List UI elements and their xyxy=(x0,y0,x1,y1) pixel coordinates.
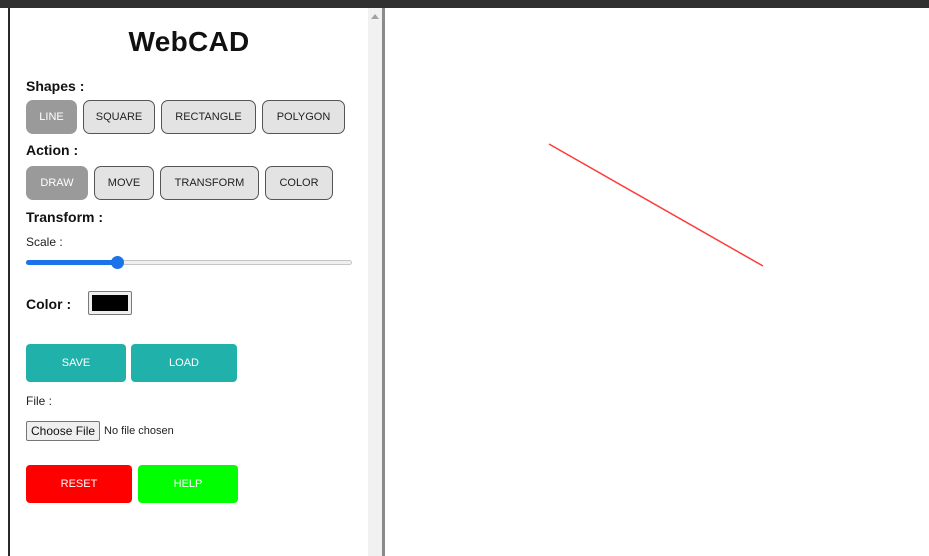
scale-label: Scale : xyxy=(26,235,63,249)
scale-slider-fill xyxy=(26,260,118,265)
shape-polygon-button[interactable]: POLYGON xyxy=(262,100,345,134)
color-picker[interactable] xyxy=(88,291,132,315)
shape-rectangle-button[interactable]: RECTANGLE xyxy=(161,100,256,134)
scroll-up-arrow-icon[interactable] xyxy=(371,14,379,19)
window-top-bar xyxy=(0,0,929,8)
action-label: Action : xyxy=(26,142,79,158)
drawing-canvas[interactable] xyxy=(385,8,929,556)
action-move-button[interactable]: MOVE xyxy=(94,166,154,200)
canvas-svg[interactable] xyxy=(385,8,929,556)
shape-line-button[interactable]: LINE xyxy=(26,100,77,134)
canvas-line-shape[interactable] xyxy=(548,143,764,267)
file-status-text: No file chosen xyxy=(104,425,174,437)
save-button[interactable]: SAVE xyxy=(26,344,126,382)
color-swatch xyxy=(92,295,128,311)
scale-slider[interactable] xyxy=(26,256,352,269)
action-color-button[interactable]: COLOR xyxy=(265,166,333,200)
color-label: Color : xyxy=(26,296,72,312)
shapes-label: Shapes : xyxy=(26,78,85,94)
file-input: Choose File No file chosen xyxy=(26,421,174,441)
choose-file-button[interactable]: Choose File xyxy=(26,421,101,441)
shape-square-button[interactable]: SQUARE xyxy=(83,100,155,134)
action-button-row: DRAW MOVE TRANSFORM COLOR xyxy=(26,166,333,200)
app-title: WebCAD xyxy=(128,26,250,57)
control-panel: WebCAD Shapes : LINE SQUARE RECTANGLE PO… xyxy=(8,8,368,556)
reset-button[interactable]: RESET xyxy=(26,465,132,503)
load-button[interactable]: LOAD xyxy=(131,344,237,382)
action-transform-button[interactable]: TRANSFORM xyxy=(160,166,259,200)
file-label: File : xyxy=(26,394,53,408)
help-button[interactable]: HELP xyxy=(138,465,238,503)
sidebar-scrollbar[interactable] xyxy=(368,8,382,556)
action-draw-button[interactable]: DRAW xyxy=(26,166,88,200)
webcad-app: WebCAD Shapes : LINE SQUARE RECTANGLE PO… xyxy=(0,8,929,556)
transform-label: Transform : xyxy=(26,209,104,225)
scale-slider-thumb[interactable] xyxy=(111,256,125,269)
shapes-button-row: LINE SQUARE RECTANGLE POLYGON xyxy=(26,100,345,134)
